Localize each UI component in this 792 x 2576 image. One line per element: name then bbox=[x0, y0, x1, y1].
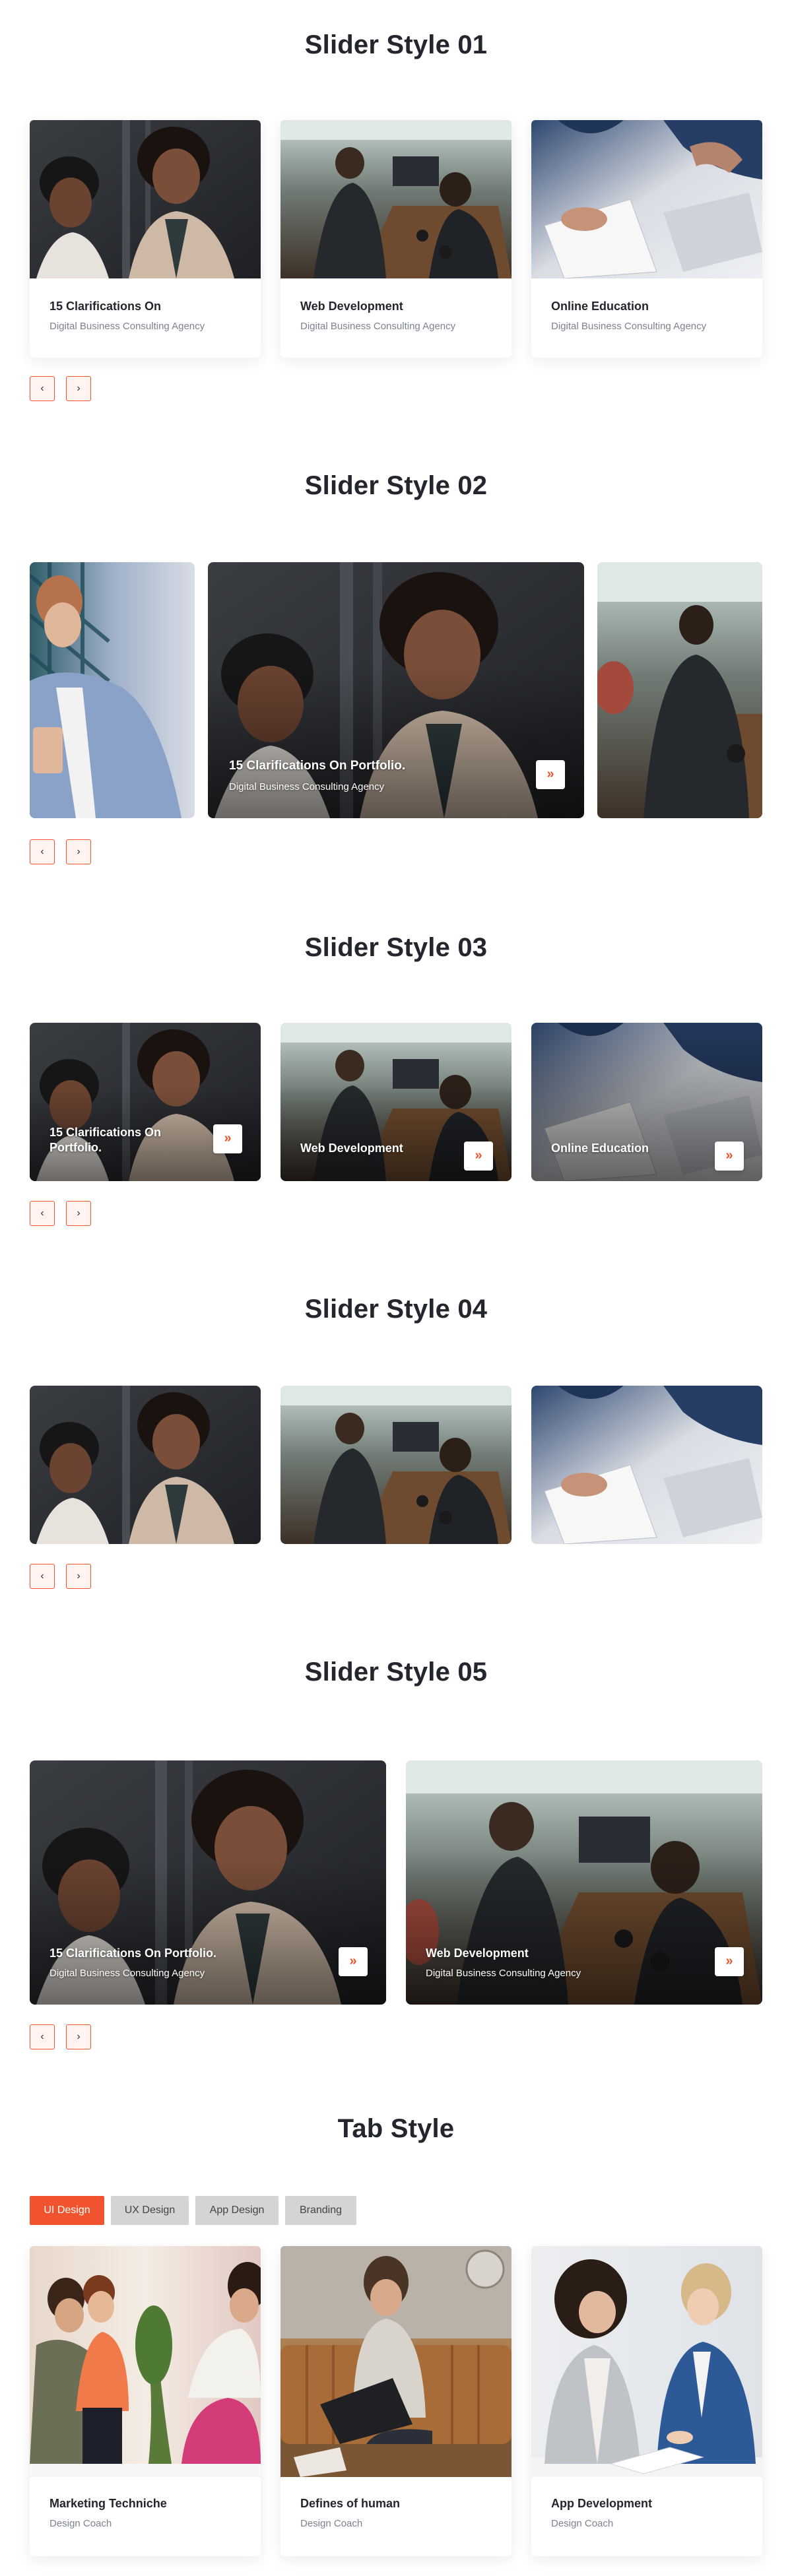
next-button[interactable]: › bbox=[66, 1201, 91, 1226]
slider1-card[interactable]: 15 Clarifications On Digital Business Co… bbox=[30, 120, 261, 358]
next-button[interactable]: › bbox=[66, 839, 91, 864]
prev-button[interactable]: ‹ bbox=[30, 1201, 55, 1226]
slider4-card[interactable] bbox=[531, 1386, 762, 1544]
slider1-title: Slider Style 01 bbox=[304, 30, 488, 59]
desk-paperwork-photo bbox=[531, 120, 762, 278]
women-photo bbox=[30, 1386, 261, 1544]
next-button[interactable]: › bbox=[66, 1564, 91, 1589]
open-arrow-button[interactable]: » bbox=[715, 1142, 744, 1171]
slider1-card[interactable]: Web Development Digital Business Consult… bbox=[280, 120, 512, 358]
tab-app-design[interactable]: App Design bbox=[195, 2196, 279, 2225]
cafe-meeting-photo bbox=[280, 1386, 512, 1544]
slider4-card[interactable] bbox=[30, 1386, 261, 1544]
card-subtitle: Digital Business Consulting Agency bbox=[300, 321, 456, 332]
open-arrow-button[interactable]: » bbox=[536, 760, 565, 789]
card-title: 15 Clarifications On bbox=[50, 300, 162, 313]
slide-title: 15 Clarifications On Portfolio. bbox=[50, 1126, 162, 1154]
slider5-card[interactable]: 15 Clarifications On Portfolio. Digital … bbox=[30, 1760, 386, 2005]
slide-subtitle: Digital Business Consulting Agency bbox=[426, 1968, 581, 1979]
card-title: App Development bbox=[551, 2497, 653, 2510]
next-button[interactable]: › bbox=[66, 376, 91, 401]
tab-style-title: Tab Style bbox=[337, 2114, 455, 2143]
slide-title: Web Development bbox=[300, 1142, 403, 1155]
tab-card[interactable]: App Development Design Coach bbox=[531, 2246, 762, 2556]
tab-card[interactable]: Defines of human Design Coach bbox=[280, 2246, 512, 2556]
card-title: Online Education bbox=[551, 300, 649, 313]
card-title: Web Development bbox=[300, 300, 403, 313]
slider3-title: Slider Style 03 bbox=[304, 933, 488, 962]
card-subtitle: Design Coach bbox=[300, 2518, 363, 2529]
tab-ux-design[interactable]: UX Design bbox=[111, 2196, 189, 2225]
next-button[interactable]: › bbox=[66, 2024, 91, 2049]
slider4-title: Slider Style 04 bbox=[304, 1295, 488, 1324]
woman-laptop-sofa-photo bbox=[280, 2246, 512, 2477]
slider2-featured-slide[interactable]: 15 Clarifications On Portfolio. Digital … bbox=[208, 562, 584, 818]
slider3-card[interactable]: Web Development » bbox=[280, 1023, 512, 1181]
slider2-side-slide[interactable] bbox=[30, 562, 195, 818]
slide-title: 15 Clarifications On Portfolio. bbox=[229, 759, 406, 773]
open-arrow-button[interactable]: » bbox=[339, 1947, 368, 1976]
cafe-meeting-photo bbox=[597, 562, 762, 818]
card-subtitle: Digital Business Consulting Agency bbox=[50, 321, 205, 332]
slider3-card[interactable]: Online Education » bbox=[531, 1023, 762, 1181]
slider5-title: Slider Style 05 bbox=[304, 1658, 488, 1687]
tab-branding[interactable]: Branding bbox=[285, 2196, 356, 2225]
card-subtitle: Design Coach bbox=[551, 2518, 614, 2529]
open-arrow-button[interactable]: » bbox=[213, 1124, 242, 1153]
slider5-card[interactable]: Web Development Digital Business Consult… bbox=[406, 1760, 762, 2005]
card-subtitle: Design Coach bbox=[50, 2518, 112, 2529]
card-subtitle: Digital Business Consulting Agency bbox=[551, 321, 707, 332]
open-arrow-button[interactable]: » bbox=[464, 1142, 493, 1171]
women-photo bbox=[30, 120, 261, 278]
cafe-meeting-photo bbox=[280, 120, 512, 278]
prev-button[interactable]: ‹ bbox=[30, 839, 55, 864]
card-title: Defines of human bbox=[300, 2497, 401, 2510]
two-women-desk-photo bbox=[531, 2246, 762, 2477]
prev-button[interactable]: ‹ bbox=[30, 2024, 55, 2049]
slide-title: Web Development bbox=[426, 1947, 529, 1960]
tab-card[interactable]: Marketing Techniche Design Coach bbox=[30, 2246, 261, 2556]
card-title: Marketing Techniche bbox=[50, 2497, 167, 2510]
slide-title: 15 Clarifications On Portfolio. bbox=[50, 1947, 217, 1960]
slide-subtitle: Digital Business Consulting Agency bbox=[50, 1968, 205, 1979]
prev-button[interactable]: ‹ bbox=[30, 376, 55, 401]
team-meeting-photo bbox=[30, 2246, 261, 2477]
slider1-card[interactable]: Online Education Digital Business Consul… bbox=[531, 120, 762, 358]
slider2-side-slide[interactable] bbox=[597, 562, 762, 818]
slider4-card[interactable] bbox=[280, 1386, 512, 1544]
desk-paperwork-photo bbox=[531, 1386, 762, 1544]
businessman-photo bbox=[30, 562, 195, 818]
slide-title: Online Education bbox=[551, 1142, 649, 1155]
open-arrow-button[interactable]: » bbox=[715, 1947, 744, 1976]
slide-subtitle: Digital Business Consulting Agency bbox=[229, 781, 385, 792]
tab-ui-design[interactable]: UI Design bbox=[30, 2196, 104, 2225]
slider2-title: Slider Style 02 bbox=[304, 471, 488, 500]
slider3-card[interactable]: 15 Clarifications On Portfolio. » bbox=[30, 1023, 261, 1181]
prev-button[interactable]: ‹ bbox=[30, 1564, 55, 1589]
